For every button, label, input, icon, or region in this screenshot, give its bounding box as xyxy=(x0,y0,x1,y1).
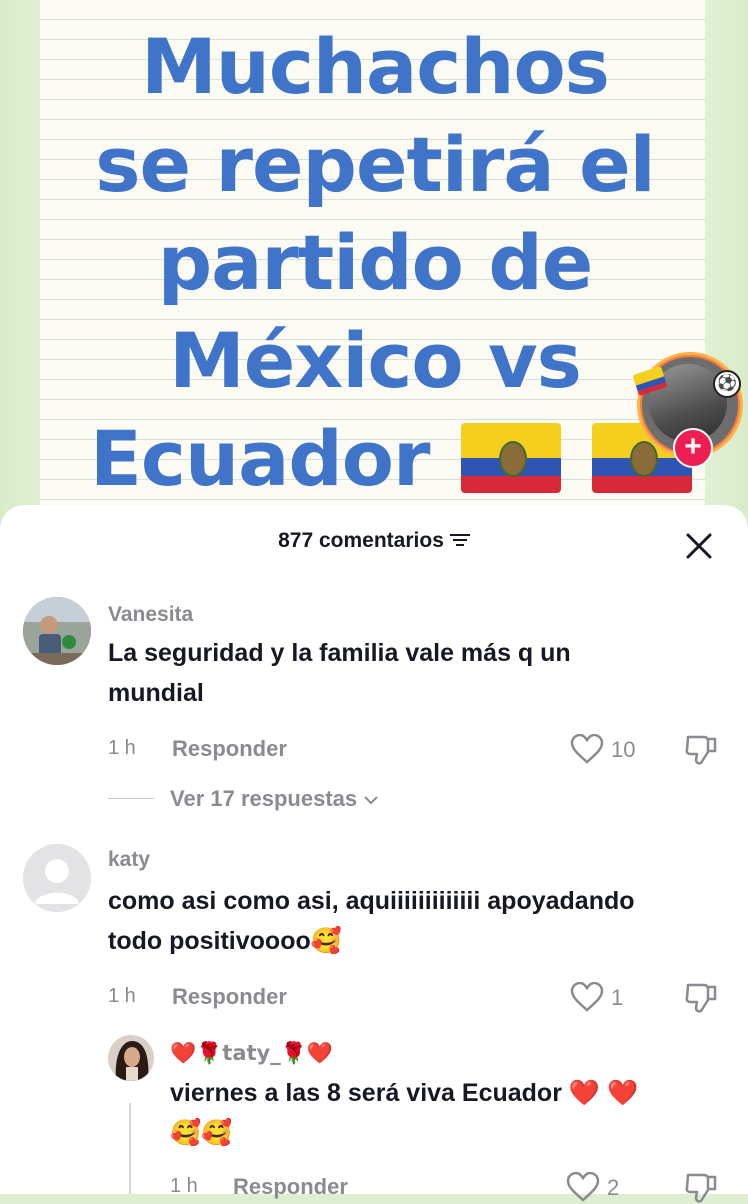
reply-text-line: 🥰🥰 xyxy=(170,1119,233,1147)
video-headline: Muchachos se repetirá el partido de Méxi… xyxy=(60,18,693,508)
headline-line-1: Muchachos xyxy=(141,22,610,111)
heart-icon[interactable] xyxy=(566,1172,600,1202)
comment-text-line: como asi como asi, aquiiiiiiiiiiiii apoy… xyxy=(108,887,635,915)
reply-button[interactable]: Responder xyxy=(233,1174,348,1200)
creator-avatar[interactable]: ⚽ + xyxy=(632,352,743,468)
headline-line-5-wrap: Ecuador xyxy=(60,410,693,508)
headline-line-2: se repetirá el xyxy=(95,120,655,209)
reply-username[interactable]: ❤️🌹taty_🌹❤️ xyxy=(170,1041,333,1066)
comment-item: katy como asi como asi, aquiiiiiiiiiiiii… xyxy=(0,843,748,1023)
comments-header: 877 comentarios xyxy=(0,529,748,561)
like-count: 2 xyxy=(607,1175,620,1200)
comment-username[interactable]: Vanesita xyxy=(108,603,193,627)
headline-line-4: México vs xyxy=(169,316,582,405)
chevron-down-icon xyxy=(364,796,378,805)
replies-divider xyxy=(108,798,154,799)
comments-count: 877 comentarios xyxy=(278,529,444,552)
like-count: 1 xyxy=(611,985,624,1010)
comment-text-line: mundial xyxy=(108,679,204,707)
ecuador-flag-icon xyxy=(460,423,561,493)
reply-time: 1 h xyxy=(170,1175,198,1197)
reply-text: viernes a las 8 será viva Ecuador ❤️ ❤️ … xyxy=(170,1073,638,1153)
default-avatar-icon xyxy=(23,844,91,912)
avatar[interactable] xyxy=(23,597,91,665)
reply-button[interactable]: Responder xyxy=(172,736,287,762)
avatar[interactable] xyxy=(108,1035,154,1081)
avatar[interactable] xyxy=(23,844,91,912)
comment-time: 1 h xyxy=(108,985,136,1007)
headline-line-5: Ecuador xyxy=(90,414,430,503)
reply-text-line: viernes a las 8 será viva Ecuador ❤️ ❤️ xyxy=(170,1079,639,1107)
comment-item: Vanesita La seguridad y la familia vale … xyxy=(0,595,748,825)
comment-time: 1 h xyxy=(108,737,136,759)
headline-line-3: partido de xyxy=(157,218,594,307)
close-icon[interactable] xyxy=(685,532,713,560)
like-count: 10 xyxy=(611,737,636,762)
comment-text: como asi como asi, aquiiiiiiiiiiiii apoy… xyxy=(108,881,635,961)
heart-icon[interactable] xyxy=(570,734,604,764)
dislike-icon[interactable] xyxy=(684,1172,718,1204)
comment-text: La seguridad y la familia vale más q un … xyxy=(108,633,571,713)
dislike-icon[interactable] xyxy=(684,982,718,1014)
heart-icon[interactable] xyxy=(570,982,604,1012)
reply-item: ❤️🌹taty_🌹❤️ viernes a las 8 será viva Ec… xyxy=(0,1035,748,1203)
filter-icon[interactable] xyxy=(449,533,470,547)
comment-text-line: todo positivoooo🥰 xyxy=(108,927,342,955)
view-replies-label: Ver 17 respuestas xyxy=(170,786,358,811)
comment-username[interactable]: katy xyxy=(108,848,150,872)
comment-text-line: La seguridad y la familia vale más q un xyxy=(108,639,571,667)
view-replies-button[interactable]: Ver 17 respuestas xyxy=(170,786,379,812)
dislike-icon[interactable] xyxy=(684,734,718,766)
follow-plus-button[interactable]: + xyxy=(673,428,713,468)
soccer-ball-icon: ⚽ xyxy=(713,370,741,398)
reply-button[interactable]: Responder xyxy=(172,984,287,1010)
comments-sheet: 877 comentarios Vanesita La seguridad y … xyxy=(0,505,748,1203)
